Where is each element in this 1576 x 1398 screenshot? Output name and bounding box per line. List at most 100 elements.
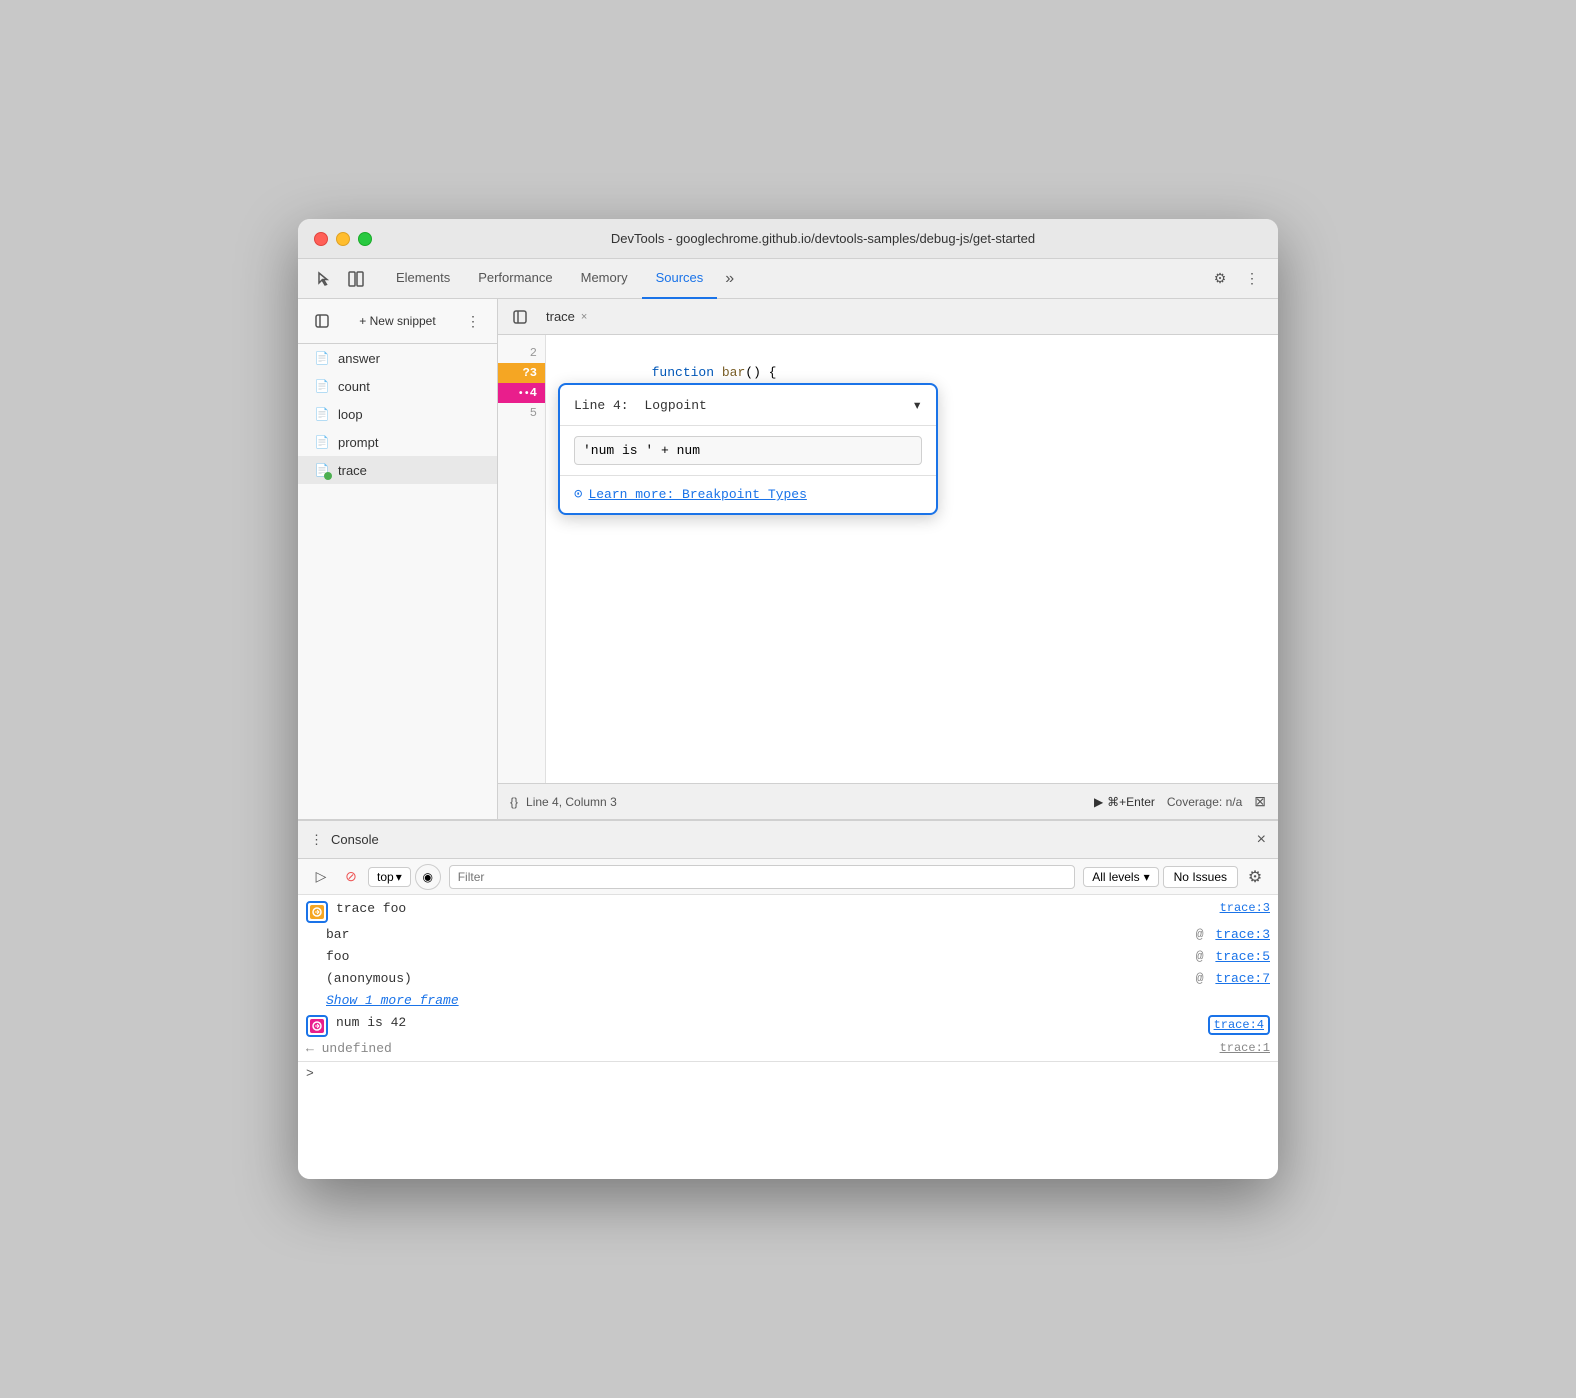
log-source-trace1[interactable]: trace:1: [1220, 1041, 1270, 1055]
context-selector[interactable]: top ▾: [368, 867, 411, 887]
console-area: ⋮ Console × ▷ ⊘ top ▾ ◉ All levels ▾ No …: [298, 819, 1278, 1179]
tab-performance[interactable]: Performance: [464, 259, 566, 299]
stack-source-foo[interactable]: trace:5: [1215, 949, 1270, 964]
stack-fn-anon: (anonymous): [326, 971, 1184, 986]
console-filter-input[interactable]: [449, 865, 1076, 889]
eye-icon[interactable]: ◉: [415, 864, 441, 890]
logpoint-input-area: [560, 426, 936, 476]
stack-source-bar[interactable]: trace:3: [1215, 927, 1270, 942]
line-num-2: 2: [498, 343, 545, 363]
log-source-trace3[interactable]: trace:3: [1220, 901, 1270, 915]
log-levels-selector[interactable]: All levels ▾: [1083, 867, 1158, 887]
learn-more-link[interactable]: Learn more: Breakpoint Types: [588, 487, 806, 502]
prompt-arrow-icon: >: [306, 1066, 314, 1081]
levels-chevron-icon: ▾: [1144, 870, 1150, 884]
stack-entry-foo: foo @ trace:5: [298, 947, 1278, 969]
stack-at-anon: @: [1188, 971, 1211, 986]
logpoint-header: Line 4: Logpoint ▾: [560, 385, 936, 426]
console-settings-icon[interactable]: ⚙: [1242, 864, 1268, 890]
maximize-button[interactable]: [358, 232, 372, 246]
sidebar-more-icon[interactable]: ⋮: [459, 307, 487, 335]
log-text-trace-foo: trace foo: [336, 901, 1216, 916]
logpoint-dropdown-icon[interactable]: ▾: [912, 395, 922, 415]
file-icon-trace: 📄: [314, 462, 330, 478]
logpoint-input[interactable]: [574, 436, 922, 465]
stack-source-anon[interactable]: trace:7: [1215, 971, 1270, 986]
run-icon: ▶: [1094, 795, 1103, 809]
coverage-icon[interactable]: ⊠: [1254, 793, 1266, 810]
editor-tab-trace[interactable]: trace ×: [534, 299, 599, 335]
settings-icon[interactable]: ⚙: [1206, 265, 1234, 293]
file-icon-prompt: 📄: [314, 434, 330, 450]
stack-at-bar: @: [1172, 927, 1211, 942]
file-icon-loop: 📄: [314, 406, 330, 422]
sidebar-item-loop[interactable]: 📄 loop: [298, 400, 497, 428]
sidebar-item-trace[interactable]: 📄 trace: [298, 456, 497, 484]
editor-tab-bar: trace ×: [498, 299, 1278, 335]
console-prompt: >: [298, 1061, 1278, 1085]
tab-more[interactable]: »: [717, 270, 742, 288]
logpoint-line-label: Line 4: Logpoint: [574, 398, 707, 413]
logpoint-icon-2: [310, 1019, 324, 1033]
code-line-2: function bar() {: [546, 343, 1278, 363]
cursor-icon[interactable]: [310, 265, 338, 293]
new-snippet-button[interactable]: + New snippet: [351, 310, 443, 332]
editor-back-icon[interactable]: [506, 303, 534, 331]
stack-entry-bar: bar @ trace:3: [298, 925, 1278, 947]
devtools-settings-icons: ⚙ ⋮: [1206, 265, 1266, 293]
main-content: + New snippet ⋮ 📄 answer 📄 count 📄 loop …: [298, 299, 1278, 819]
sidebar: + New snippet ⋮ 📄 answer 📄 count 📄 loop …: [298, 299, 498, 819]
tab-elements[interactable]: Elements: [382, 259, 464, 299]
log-entry-num: num is 42 trace:4: [298, 1013, 1278, 1039]
show-more-frames: Show 1 more frame: [298, 991, 1278, 1013]
logpoint-icon-box-1: [306, 901, 328, 923]
logpoint-icon-1: [310, 905, 324, 919]
console-header: ⋮ Console ×: [298, 821, 1278, 859]
format-btn[interactable]: {}: [510, 795, 518, 809]
line-numbers: 2 ?3 ••4 5: [498, 335, 546, 783]
status-left: {} Line 4, Column 3: [510, 795, 617, 809]
stack-fn-bar: bar: [326, 927, 1168, 942]
sidebar-item-prompt[interactable]: 📄 prompt: [298, 428, 497, 456]
stack-fn-foo: foo: [326, 949, 1153, 964]
issues-button[interactable]: No Issues: [1163, 866, 1238, 888]
line-num-3[interactable]: ?3: [498, 363, 545, 383]
line-num-5: 5: [498, 403, 545, 423]
stack-entry-anon: (anonymous) @ trace:7: [298, 969, 1278, 991]
clear-console-icon[interactable]: ⊘: [338, 864, 364, 890]
coverage-label: Coverage: n/a: [1167, 795, 1242, 809]
sidebar-item-count[interactable]: 📄 count: [298, 372, 497, 400]
title-bar: DevTools - googlechrome.github.io/devtoo…: [298, 219, 1278, 259]
line-num-4[interactable]: ••4: [498, 383, 545, 403]
console-close-button[interactable]: ×: [1257, 831, 1266, 849]
log-text-num: num is 42: [336, 1015, 1204, 1030]
status-right: ▶ ⌘+Enter Coverage: n/a ⊠: [1094, 793, 1266, 810]
panels-icon[interactable]: [342, 265, 370, 293]
stack-at-foo: @: [1157, 949, 1212, 964]
tab-memory[interactable]: Memory: [567, 259, 642, 299]
log-source-trace4[interactable]: trace:4: [1208, 1015, 1270, 1035]
show-more-link[interactable]: Show 1 more frame: [326, 993, 459, 1008]
console-toolbar: ▷ ⊘ top ▾ ◉ All levels ▾ No Issues ⚙: [298, 859, 1278, 895]
console-menu-icon[interactable]: ⋮: [310, 832, 323, 848]
minimize-button[interactable]: [336, 232, 350, 246]
context-chevron-icon: ▾: [396, 870, 402, 884]
nav-icons: [310, 265, 370, 293]
more-options-icon[interactable]: ⋮: [1238, 265, 1266, 293]
run-button[interactable]: ▶ ⌘+Enter: [1094, 795, 1155, 809]
sidebar-item-answer[interactable]: 📄 answer: [298, 344, 497, 372]
file-icon-answer: 📄: [314, 350, 330, 366]
status-bar: {} Line 4, Column 3 ▶ ⌘+Enter Coverage: …: [498, 783, 1278, 819]
tab-sources[interactable]: Sources: [642, 259, 718, 299]
run-script-icon[interactable]: ▷: [308, 864, 334, 890]
logpoint-icon-box-2: [306, 1015, 328, 1037]
sidebar-toggle-icon[interactable]: [308, 307, 336, 335]
tab-close-icon[interactable]: ×: [581, 311, 587, 323]
file-icon-count: 📄: [314, 378, 330, 394]
console-log: trace foo trace:3 bar @ trace:3 foo @ tr…: [298, 895, 1278, 1179]
close-button[interactable]: [314, 232, 328, 246]
log-entry-trace-foo: trace foo trace:3: [298, 899, 1278, 925]
traffic-lights: [314, 232, 372, 246]
console-prompt-input[interactable]: [320, 1066, 1270, 1081]
breakpoint-dot: [324, 472, 332, 480]
